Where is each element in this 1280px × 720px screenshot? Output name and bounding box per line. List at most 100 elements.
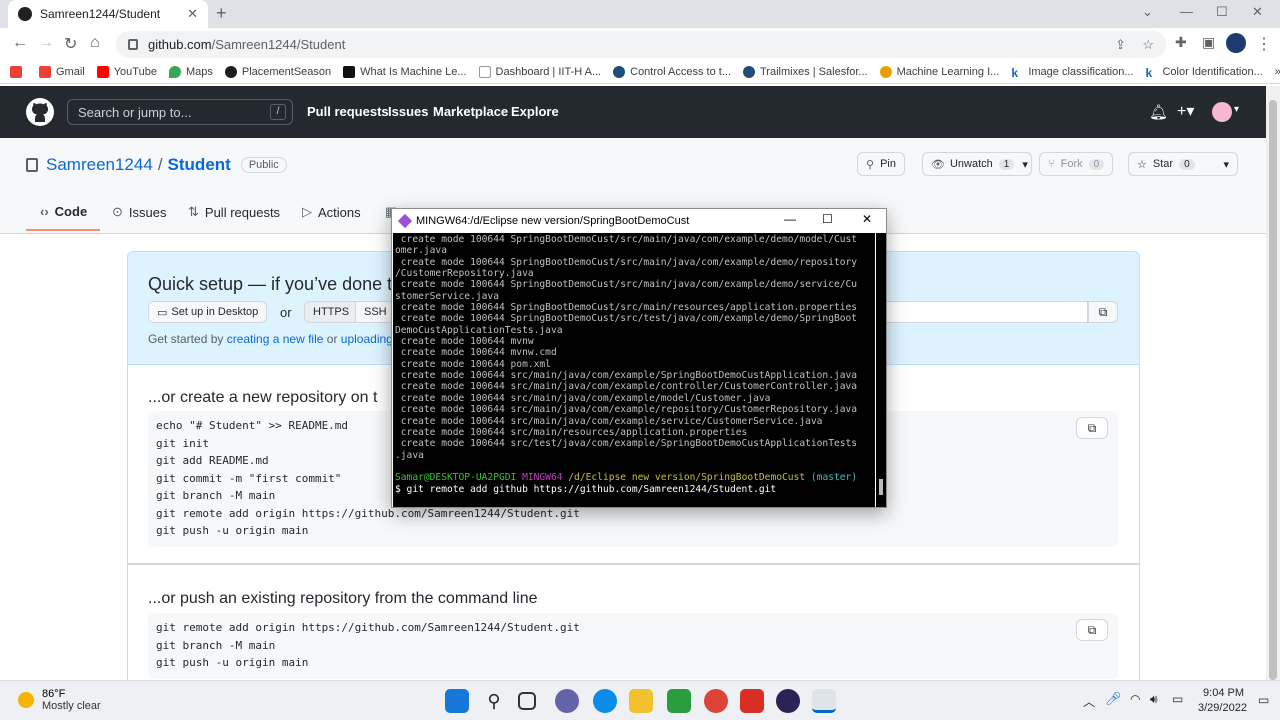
microphone-icon[interactable]: 🎤︎ xyxy=(1105,691,1122,707)
user-avatar[interactable] xyxy=(1212,102,1232,122)
create-new-plus-icon[interactable]: +▾ xyxy=(1177,101,1194,121)
share-icon[interactable]: ⇪ xyxy=(1115,37,1126,53)
ssh-button[interactable]: SSH xyxy=(355,301,396,323)
nav-issues[interactable]: Issues xyxy=(388,104,428,119)
terminal-close-icon[interactable]: ✕ xyxy=(862,212,872,226)
weather-widget[interactable]: 86°F Mostly clear xyxy=(18,688,101,712)
fork-button[interactable]: ⑂ Fork 0 xyxy=(1039,152,1114,176)
terminal-line: create mode 100644 SpringBootDemoCust/sr… xyxy=(395,279,858,291)
bookmark-maps[interactable]: Maps xyxy=(168,65,213,78)
edge-icon[interactable] xyxy=(593,689,617,713)
bookmark-control-access[interactable]: Control Access to t... xyxy=(613,65,731,78)
wifi-icon[interactable]: ◠ xyxy=(1130,692,1140,706)
address-bar[interactable]: github.com/Samreen1244/Student ⇪ ☆ xyxy=(116,31,1166,58)
volume-icon[interactable]: 🔊︎ xyxy=(1150,692,1158,707)
gmail-m-icon[interactable] xyxy=(10,65,27,78)
eclipse-icon[interactable] xyxy=(776,689,800,713)
terminal-maximize-icon[interactable]: ☐ xyxy=(822,212,833,226)
reload-icon[interactable]: ↻ xyxy=(64,34,77,54)
extensions-icon[interactable]: ✚ xyxy=(1175,34,1187,51)
tab-pull-requests[interactable]: ⇅ Pull requests xyxy=(188,204,280,220)
github-search-input[interactable]: Search or jump to... / xyxy=(67,99,293,125)
terminal-scroll-thumb[interactable] xyxy=(879,479,883,495)
terminal-minimize-icon[interactable]: — xyxy=(784,212,796,226)
git-bash-taskbar-icon[interactable] xyxy=(812,689,836,713)
browser-tab[interactable]: Samreen1244/Student ✕ xyxy=(8,0,208,28)
maximize-icon[interactable]: ☐ xyxy=(1216,4,1228,20)
terminal-window[interactable]: MINGW64:/d/Eclipse new version/SpringBoo… xyxy=(391,208,887,508)
tab-code[interactable]: ‹› Code xyxy=(40,204,87,219)
bookmarks-bar: Gmail YouTube Maps PlacementSeason What … xyxy=(0,60,1280,84)
url-host: github.com xyxy=(148,37,212,52)
upload-link[interactable]: uploading xyxy=(341,332,393,346)
battery-icon[interactable]: ▭ xyxy=(1172,692,1183,706)
nav-pull-requests[interactable]: Pull requests xyxy=(307,104,389,119)
store-icon[interactable] xyxy=(667,689,691,713)
page-scrollbar[interactable] xyxy=(1266,86,1280,680)
profile-avatar[interactable] xyxy=(1226,33,1246,53)
bookmark-dashboard[interactable]: Dashboard | IIT-H A... xyxy=(478,65,601,78)
close-window-icon[interactable]: ✕ xyxy=(1252,4,1263,20)
clock[interactable]: 9:04 PM 3/29/2022 xyxy=(1198,686,1247,716)
repo-name-link[interactable]: Student xyxy=(168,155,231,175)
github-logo-icon[interactable] xyxy=(26,98,54,126)
bookmark-gmail[interactable]: Gmail xyxy=(39,65,85,78)
tray-chevron-icon[interactable]: ︿ xyxy=(1083,693,1095,710)
tab-issues[interactable]: ⊙ Issues xyxy=(112,204,166,220)
lock-icon xyxy=(128,39,138,50)
copy-code-icon[interactable]: ⧉ xyxy=(1076,619,1108,641)
home-icon[interactable]: ⌂ xyxy=(90,34,100,52)
wps-office-icon[interactable] xyxy=(740,689,764,713)
star-button[interactable]: ☆ Star 0 ▾ xyxy=(1128,152,1238,176)
bookmark-star-icon[interactable]: ☆ xyxy=(1142,37,1154,53)
nav-marketplace[interactable]: Marketplace xyxy=(433,104,508,119)
nav-explore[interactable]: Explore xyxy=(511,104,559,119)
bookmark-machine-learning-course[interactable]: Machine Learning I... xyxy=(879,65,999,78)
pull-request-icon: ⇅ xyxy=(188,204,199,219)
unwatch-button[interactable]: 👁︎ Unwatch 1 ▾ xyxy=(922,152,1032,176)
chrome-icon[interactable] xyxy=(704,689,728,713)
minimize-icon[interactable]: — xyxy=(1180,4,1193,19)
chat-icon[interactable] xyxy=(555,689,579,713)
bookmark-color-identification[interactable]: k Color Identification... xyxy=(1145,65,1263,80)
bookmark-trailmixes[interactable]: Trailmixes | Salesfor... xyxy=(743,65,868,78)
repo-owner-link[interactable]: Samreen1244 xyxy=(46,155,153,175)
close-tab-icon[interactable]: ✕ xyxy=(187,6,198,22)
bookmark-image-classification[interactable]: k Image classification... xyxy=(1011,65,1133,80)
bookmarks-overflow-icon[interactable]: » xyxy=(1275,66,1280,78)
file-explorer-icon[interactable] xyxy=(629,689,653,713)
bookmark-placementseason[interactable]: PlacementSeason xyxy=(224,65,331,78)
back-icon[interactable]: ← xyxy=(12,34,28,52)
notifications-bell-icon[interactable]: 🔔︎ xyxy=(1149,103,1168,121)
terminal-titlebar[interactable]: MINGW64:/d/Eclipse new version/SpringBoo… xyxy=(392,209,886,233)
https-button[interactable]: HTTPS xyxy=(304,301,359,323)
new-tab-icon[interactable]: + xyxy=(216,3,227,24)
menu-icon[interactable]: ⋮ xyxy=(1256,34,1272,54)
browser-toolbar: ← → ↻ ⌂ github.com/Samreen1244/Student ⇪… xyxy=(0,28,1280,60)
terminal-line: create mode 100644 mvnw.cmd xyxy=(395,347,557,359)
search-icon[interactable]: ⚲ xyxy=(482,689,506,713)
terminal-output[interactable]: create mode 100644 SpringBootDemoCust/sr… xyxy=(393,233,875,507)
scrollbar-thumb[interactable] xyxy=(1269,100,1277,680)
pin-button[interactable]: ⚲ Pin xyxy=(857,152,905,176)
side-panel-icon[interactable]: ▣ xyxy=(1202,34,1215,51)
copy-code-icon[interactable]: ⧉ xyxy=(1076,417,1108,439)
terminal-scrollbar[interactable] xyxy=(876,233,886,507)
watch-dropdown-icon: ▾ xyxy=(1022,158,1028,171)
copy-url-icon[interactable]: ⧉ xyxy=(1088,301,1118,323)
forward-icon[interactable]: → xyxy=(38,34,54,52)
code-line: git remote add origin https://github.com… xyxy=(156,621,580,634)
terminal-line: create mode 100644 SpringBootDemoCust/sr… xyxy=(395,256,858,268)
create-file-link[interactable]: creating a new file xyxy=(227,332,324,346)
bookmark-machine-learning[interactable]: What Is Machine Le... xyxy=(343,65,467,78)
tab-actions[interactable]: ▷ Actions xyxy=(302,204,361,220)
bookmark-youtube[interactable]: YouTube xyxy=(96,65,157,78)
avatar-dropdown-icon[interactable]: ▾ xyxy=(1234,104,1239,115)
windows-start-icon[interactable] xyxy=(445,689,469,713)
quick-setup-heading: Quick setup — if you’ve done th xyxy=(148,274,403,294)
chevron-down-icon[interactable]: ⌄ xyxy=(1142,4,1153,20)
task-view-icon[interactable] xyxy=(518,692,536,710)
play-icon: ▷ xyxy=(302,204,312,219)
notification-center-icon[interactable]: ▭ xyxy=(1258,693,1269,707)
setup-desktop-button[interactable]: ▭ Set up in Desktop xyxy=(148,301,268,323)
